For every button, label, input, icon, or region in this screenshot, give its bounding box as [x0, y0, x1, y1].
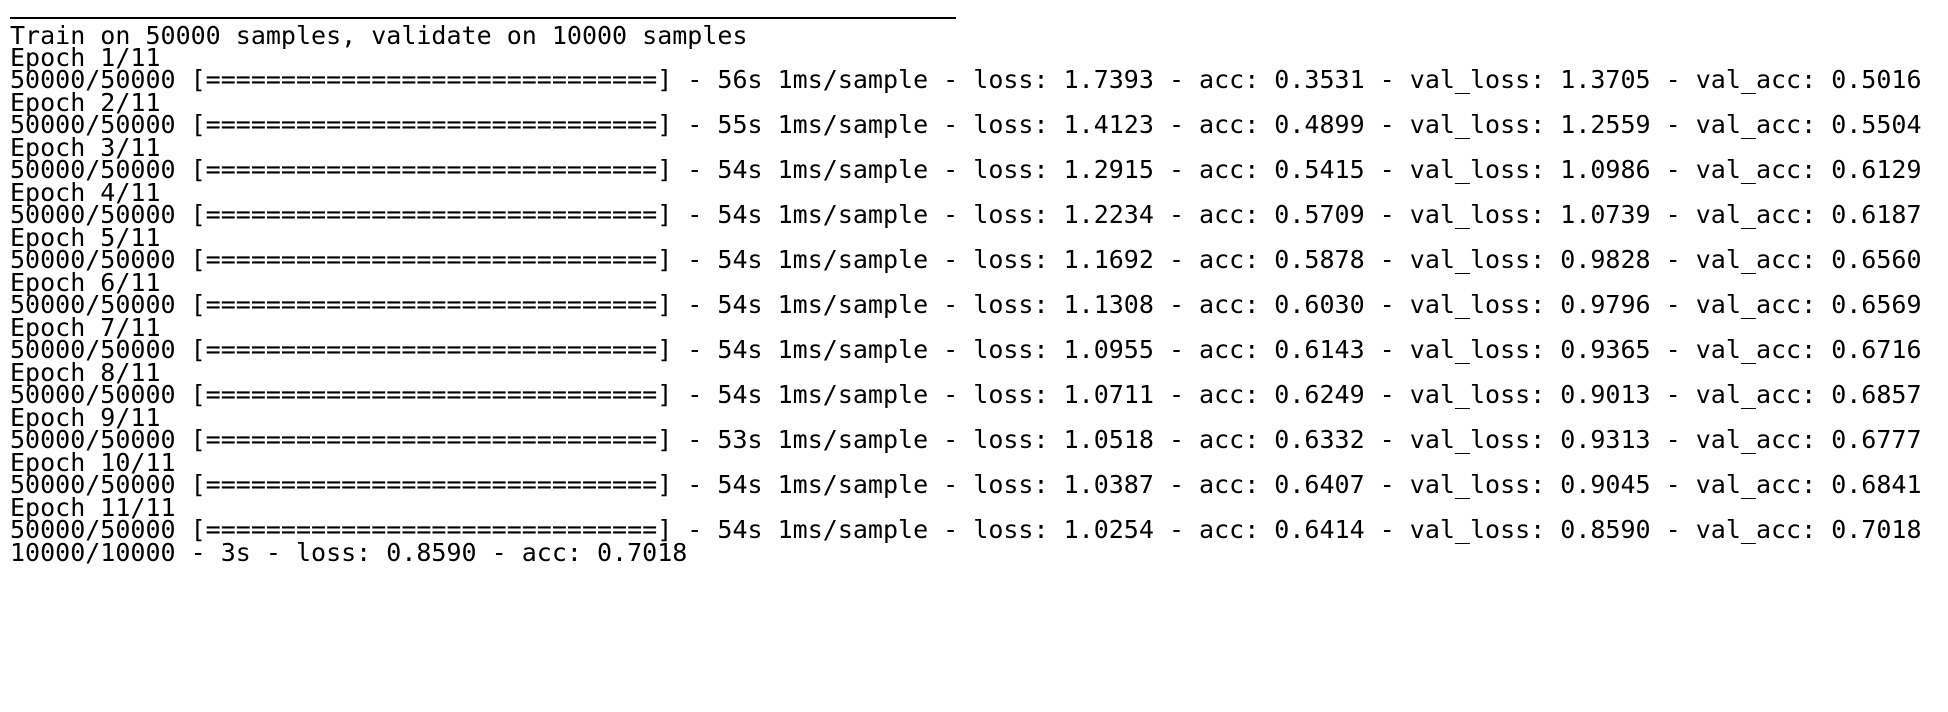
epoch-progress-line: 50000/50000 [===========================…	[10, 110, 1922, 139]
epoch-progress-line: 50000/50000 [===========================…	[10, 425, 1922, 454]
epoch-progress-line: 50000/50000 [===========================…	[10, 65, 1922, 94]
epoch-progress-line: 50000/50000 [===========================…	[10, 335, 1922, 364]
evaluation-result-line: 10000/10000 - 3s - loss: 0.8590 - acc: 0…	[10, 538, 688, 567]
epoch-progress-line: 50000/50000 [===========================…	[10, 290, 1922, 319]
epoch-progress-line: 50000/50000 [===========================…	[10, 380, 1922, 409]
epoch-progress-line: 50000/50000 [===========================…	[10, 155, 1922, 184]
training-log-output: Train on 50000 samples, validate on 1000…	[10, 0, 1940, 712]
epoch-progress-line: 50000/50000 [===========================…	[10, 470, 1922, 499]
separator-line	[10, 17, 956, 19]
epoch-progress-line: 50000/50000 [===========================…	[10, 245, 1922, 274]
epoch-progress-line: 50000/50000 [===========================…	[10, 200, 1922, 229]
